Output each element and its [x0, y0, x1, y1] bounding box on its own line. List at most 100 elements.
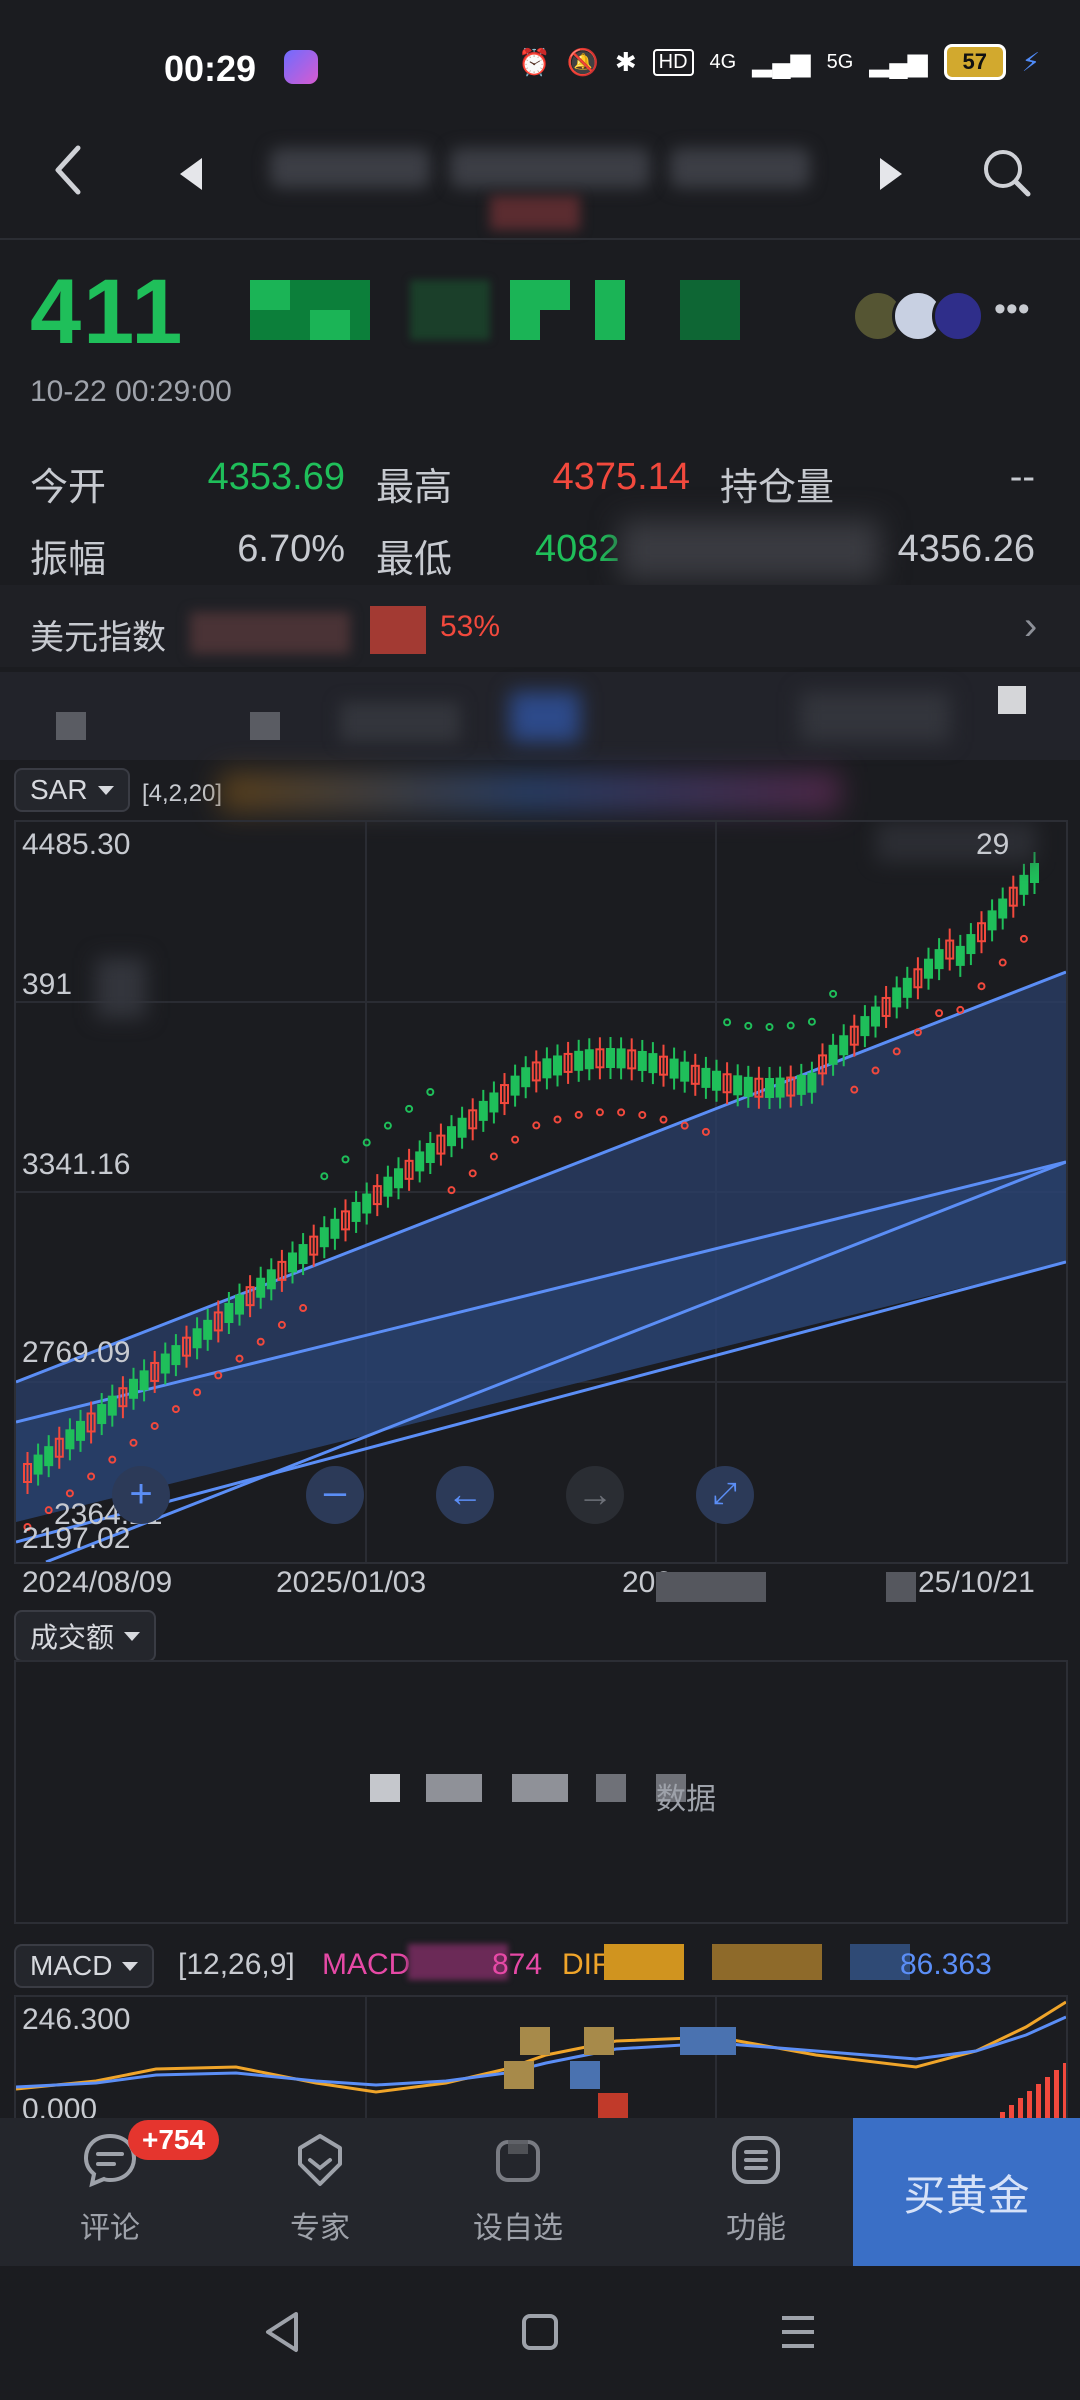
candle: [171, 1345, 181, 1366]
volume-dropdown[interactable]: 成交额: [14, 1610, 157, 1662]
next-instrument-icon[interactable]: [876, 156, 906, 192]
stat-value-open-interest: --: [1009, 456, 1035, 498]
watcher-avatars[interactable]: [852, 290, 984, 342]
candle: [542, 1058, 552, 1079]
redacted-block: [712, 1944, 822, 1980]
status-time: 00:29: [164, 48, 257, 89]
macd-selector-label: MACD: [30, 1950, 113, 1981]
y-label-3: 3341.16: [22, 1148, 131, 1181]
buy-gold-button[interactable]: 买黄金: [853, 2118, 1080, 2266]
zoom-in-icon[interactable]: +: [112, 1466, 170, 1524]
candle: [521, 1067, 531, 1088]
sar-dot: [1019, 934, 1028, 943]
candle: [447, 1126, 456, 1147]
hd-indicator: HD: [652, 48, 694, 76]
candle: [425, 1143, 435, 1163]
candle: [807, 1072, 817, 1093]
candle: [743, 1076, 753, 1097]
price-chart[interactable]: 4485.30 391 3341.16 2769.09 2197.02 2364…: [14, 820, 1068, 1564]
candle: [606, 1048, 615, 1069]
redacted-block: [886, 1572, 916, 1602]
macd-y-top: 246.300: [22, 2003, 131, 2036]
candle: [1019, 874, 1029, 895]
dollar-index-label: 美元指数: [30, 619, 166, 657]
y-label-4: 2769.09: [22, 1336, 131, 1369]
charging-icon: ⚡: [1021, 46, 1040, 77]
prev-instrument-icon[interactable]: [176, 156, 206, 192]
sar-dot: [617, 1108, 626, 1117]
candle: [1030, 863, 1039, 883]
macd-dropdown[interactable]: MACD: [14, 1944, 155, 1988]
expert-label: 专家: [290, 2212, 350, 2245]
candle: [648, 1053, 658, 1074]
candle: [966, 934, 976, 955]
main-indicator-name: SAR: [30, 774, 88, 805]
caret-down-icon: [97, 785, 114, 795]
candle: [224, 1303, 234, 1323]
period-tabs[interactable]: [0, 672, 1080, 760]
bluetooth-icon: ✱: [614, 46, 637, 77]
candle: [65, 1429, 75, 1450]
main-indicator-dropdown[interactable]: SAR: [14, 768, 130, 812]
macd-bar: [1063, 2063, 1066, 2122]
candle: [362, 1193, 372, 1214]
candle: [924, 958, 933, 979]
x-label-2: 2025/01/03: [276, 1566, 427, 1599]
expert-button[interactable]: 专家: [250, 2130, 390, 2247]
redacted-block: [604, 1944, 684, 1980]
candle: [44, 1446, 54, 1467]
candle: [33, 1454, 43, 1475]
candle: [892, 987, 902, 1008]
last-price: 411: [30, 261, 185, 363]
x-label-4: 25/10/21: [918, 1566, 1035, 1599]
macd-canvas: [16, 1997, 1066, 2122]
candle: [701, 1067, 711, 1088]
candle: [765, 1077, 774, 1098]
nav-back-icon[interactable]: [262, 2310, 302, 2354]
macd-bar: [1036, 2084, 1041, 2122]
volume-selector-label: 成交额: [30, 1622, 115, 1653]
volume-empty-text: 数据: [656, 1783, 716, 1816]
candle: [680, 1061, 690, 1082]
pan-left-icon[interactable]: ←: [436, 1466, 494, 1524]
stat-value-open: 4353.69: [207, 456, 345, 498]
nav-menu-icon[interactable]: [778, 2312, 818, 2352]
battery-indicator: 57: [943, 44, 1006, 80]
candle: [828, 1044, 838, 1065]
macd-bar: [1045, 2077, 1050, 2122]
stat-label-high: 最高: [376, 467, 453, 509]
sar-dot: [998, 958, 1007, 967]
candle: [796, 1074, 806, 1095]
sar-dot: [574, 1110, 583, 1119]
fullscreen-icon[interactable]: ⤢: [696, 1466, 754, 1524]
nav-home-icon[interactable]: [520, 2312, 560, 2352]
functions-button[interactable]: 功能: [686, 2130, 826, 2247]
candle: [235, 1294, 244, 1315]
candle: [637, 1050, 647, 1071]
candle: [288, 1252, 297, 1273]
sar-dot: [935, 1009, 944, 1018]
last-value-label: 29: [976, 828, 1010, 861]
functions-icon: [732, 2136, 780, 2184]
zoom-out-icon[interactable]: –: [306, 1466, 364, 1524]
mute-bell-icon: 🔕: [566, 46, 599, 77]
candle: [298, 1244, 308, 1265]
signal-icon-2: ▂▄▆: [869, 46, 928, 77]
candle: [839, 1035, 849, 1056]
candle: [97, 1404, 107, 1425]
chart-canvas: [16, 822, 1066, 1562]
y-label-top: 4485.30: [22, 828, 131, 861]
candle: [192, 1328, 202, 1349]
network-4g: 4G: [709, 50, 737, 73]
search-icon[interactable]: [980, 146, 1032, 198]
pan-right-icon[interactable]: →: [566, 1466, 624, 1524]
more-icon[interactable]: •••: [994, 290, 1030, 329]
candle: [510, 1075, 520, 1096]
add-watchlist-button[interactable]: 设自选: [448, 2130, 588, 2247]
quote-timestamp: 10-22 00:29:00: [30, 375, 232, 408]
back-icon[interactable]: [48, 140, 92, 200]
candle: [574, 1050, 584, 1071]
candle: [160, 1353, 170, 1374]
sar-dot: [829, 989, 838, 998]
add-watchlist-label: 设自选: [473, 2212, 563, 2245]
